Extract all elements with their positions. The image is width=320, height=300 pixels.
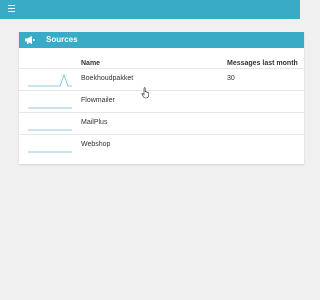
message-count: 30 bbox=[227, 75, 235, 82]
table-row-flowmailer[interactable]: Flowmailer bbox=[19, 90, 304, 113]
top-bar bbox=[0, 0, 300, 19]
source-name: MailPlus bbox=[81, 119, 108, 126]
sparkline-line bbox=[28, 73, 72, 87]
panel-title: Sources bbox=[46, 35, 78, 44]
table-row-mailplus[interactable]: MailPlus bbox=[19, 112, 304, 135]
panel-header: Sources bbox=[19, 32, 304, 48]
table-row-webshop[interactable]: Webshop bbox=[19, 134, 304, 157]
column-header-messages: Messages last month bbox=[227, 60, 298, 67]
source-name: Boekhoudpakket bbox=[81, 75, 134, 82]
table-row-boekhoudpakket[interactable]: Boekhoudpakket 30 bbox=[19, 68, 304, 91]
sparkline bbox=[28, 129, 72, 131]
sparkline bbox=[28, 151, 72, 153]
sparkline bbox=[28, 73, 72, 87]
megaphone-icon bbox=[25, 36, 35, 44]
source-name: Webshop bbox=[81, 141, 111, 148]
source-name: Flowmailer bbox=[81, 97, 115, 104]
hamburger-menu-icon[interactable] bbox=[8, 5, 15, 14]
column-header-name: Name bbox=[81, 60, 101, 67]
sparkline bbox=[28, 107, 72, 109]
sources-panel: Sources Name Messages last month Boekhou… bbox=[19, 32, 304, 164]
